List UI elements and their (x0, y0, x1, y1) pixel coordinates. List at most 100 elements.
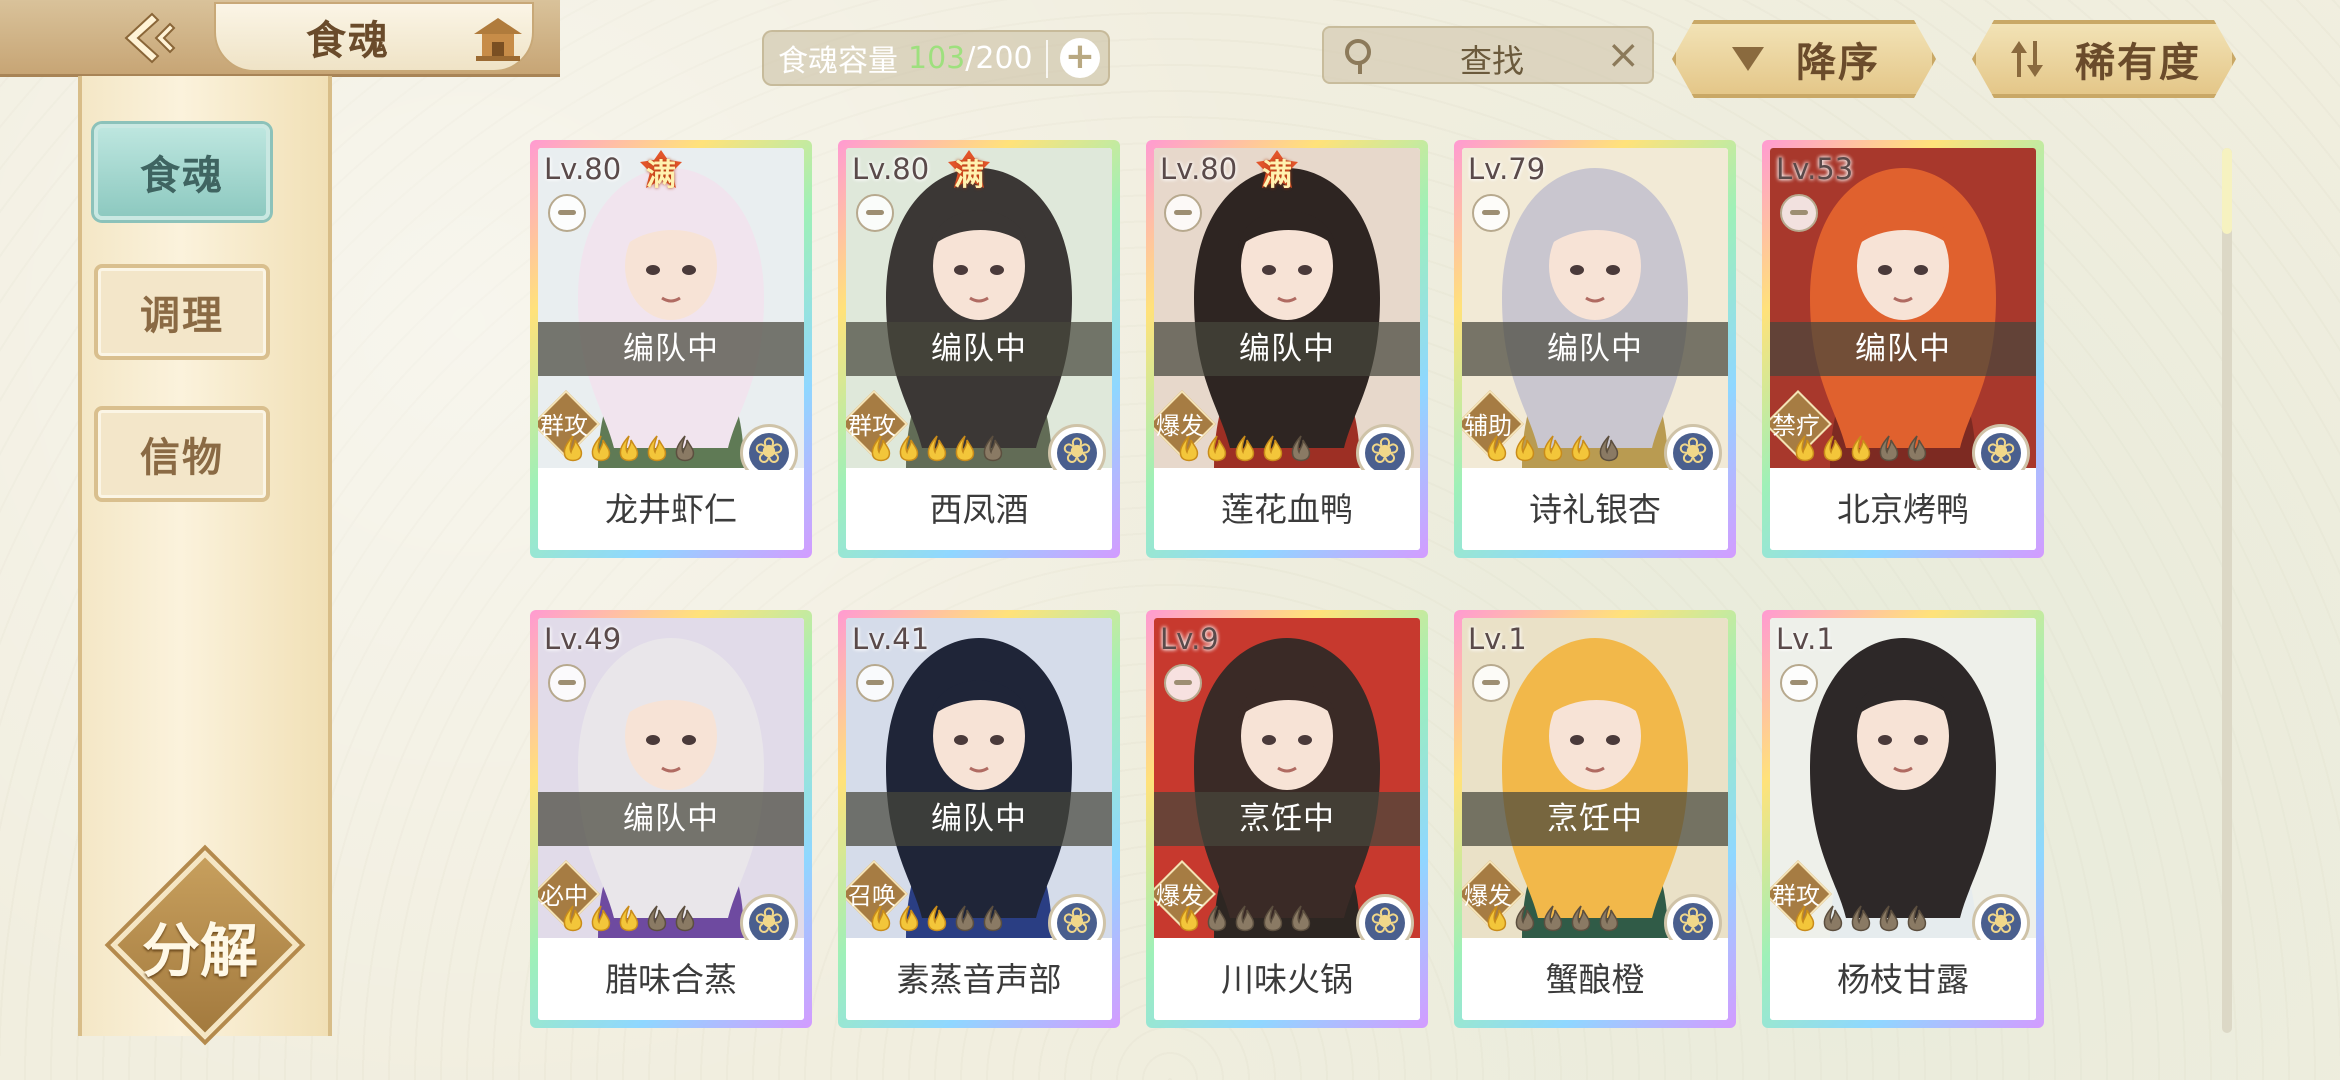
tab-conditioning-label: 调理 (140, 292, 224, 339)
tab-tokens-label: 信物 (140, 434, 224, 481)
star-flame-icon (1235, 905, 1255, 932)
sort-arrows-icon (2007, 39, 2047, 79)
star-flame-icon (1291, 435, 1311, 462)
lock-icon[interactable] (1780, 664, 1818, 702)
sort-order-button[interactable]: 降序 (1672, 20, 1936, 98)
lock-icon[interactable] (856, 194, 894, 232)
card-inner: Lv.1烹饪中爆发蟹酿橙 (1462, 618, 1728, 1020)
star-flame-icon (927, 905, 947, 932)
star-flame-icon (591, 435, 611, 462)
card-name: 蟹酿橙 (1462, 940, 1728, 1020)
card-name: 诗礼银杏 (1462, 470, 1728, 550)
lock-icon[interactable] (1780, 194, 1818, 232)
max-level-badge: 满 (946, 148, 992, 194)
status-banner: 编队中 (538, 322, 804, 376)
star-flame-icon (1543, 905, 1563, 932)
star-flame-icon (1599, 435, 1619, 462)
lock-icon[interactable] (1472, 194, 1510, 232)
star-flame-icon (955, 435, 975, 462)
card-inner: Lv.80满编队中群攻西凤酒 (846, 148, 1112, 550)
scrollbar[interactable] (2222, 148, 2232, 1033)
food-soul-card[interactable]: Lv.79编队中辅助诗礼银杏 (1454, 140, 1736, 558)
star-flame-icon (871, 905, 891, 932)
star-flame-icon (1907, 435, 1927, 462)
star-flame-icon (983, 905, 1003, 932)
status-banner: 烹饪中 (1154, 792, 1420, 846)
star-flame-icon (899, 435, 919, 462)
star-flame-icon (675, 435, 695, 462)
star-flame-icon (1851, 435, 1871, 462)
star-flame-icon (1795, 435, 1815, 462)
tab-food-souls[interactable]: 食魂 (94, 124, 270, 220)
back-button[interactable] (110, 6, 190, 70)
star-flame-icon (1571, 905, 1591, 932)
sort-by-label: 稀有度 (2075, 40, 2201, 86)
level-label: Lv.41 (852, 622, 930, 656)
status-banner: 编队中 (1154, 322, 1420, 376)
star-rating (1792, 434, 1930, 464)
clear-search-icon[interactable]: × (1606, 32, 1640, 78)
scrollbar-thumb[interactable] (2222, 148, 2232, 234)
level-label: Lv.53 (1776, 152, 1854, 186)
level-label: Lv.80 (1160, 152, 1238, 186)
star-flame-icon (1487, 435, 1507, 462)
star-flame-icon (899, 905, 919, 932)
food-soul-card[interactable]: Lv.80满编队中群攻西凤酒 (838, 140, 1120, 558)
food-soul-card[interactable]: Lv.53编队中禁疗北京烤鸭 (1762, 140, 2044, 558)
star-flame-icon (619, 905, 639, 932)
level-label: Lv.80 (852, 152, 930, 186)
max-level-badge: 满 (638, 148, 684, 194)
lock-icon[interactable] (1164, 664, 1202, 702)
max-level-label: 满 (954, 158, 984, 193)
page-title: 食魂 (306, 17, 390, 64)
card-name: 川味火锅 (1154, 940, 1420, 1020)
status-banner: 编队中 (1770, 322, 2036, 376)
star-flame-icon (563, 435, 583, 462)
status-banner: 烹饪中 (1462, 792, 1728, 846)
level-label: Lv.1 (1776, 622, 1835, 656)
decompose-button[interactable]: 分解 (110, 850, 300, 1040)
card-inner: Lv.80满编队中群攻龙井虾仁 (538, 148, 804, 550)
food-soul-card[interactable]: Lv.41编队中召唤素蒸音声部 (838, 610, 1120, 1028)
lock-icon[interactable] (548, 664, 586, 702)
star-flame-icon (1207, 435, 1227, 462)
star-flame-icon (1879, 435, 1899, 462)
search-box[interactable]: 查找 × (1322, 26, 1654, 84)
food-soul-card[interactable]: Lv.1烹饪中爆发蟹酿橙 (1454, 610, 1736, 1028)
home-icon[interactable] (470, 14, 526, 64)
tab-conditioning[interactable]: 调理 (94, 264, 270, 360)
food-soul-card[interactable]: Lv.80满编队中群攻龙井虾仁 (530, 140, 812, 558)
star-flame-icon (619, 435, 639, 462)
star-flame-icon (591, 905, 611, 932)
star-rating (868, 434, 1006, 464)
sort-order-label: 降序 (1796, 40, 1880, 86)
lock-icon[interactable] (1472, 664, 1510, 702)
lock-icon[interactable] (856, 664, 894, 702)
card-inner: Lv.79编队中辅助诗礼银杏 (1462, 148, 1728, 550)
tab-tokens[interactable]: 信物 (94, 406, 270, 502)
status-banner: 编队中 (538, 792, 804, 846)
star-flame-icon (927, 435, 947, 462)
card-inner: Lv.49编队中必中腊味合蒸 (538, 618, 804, 1020)
card-inner: Lv.1群攻杨枝甘露 (1770, 618, 2036, 1020)
search-icon (1345, 39, 1371, 74)
capacity-indicator: 食魂容量 103 /200 + (762, 30, 1110, 86)
food-soul-card[interactable]: Lv.9烹饪中爆发川味火锅 (1146, 610, 1428, 1028)
expand-capacity-button[interactable]: + (1060, 38, 1100, 78)
capacity-divider (1046, 40, 1048, 78)
star-flame-icon (1263, 905, 1283, 932)
star-flame-icon (675, 905, 695, 932)
status-banner: 编队中 (1462, 322, 1728, 376)
sort-by-button[interactable]: 稀有度 (1972, 20, 2236, 98)
food-soul-card[interactable]: Lv.1群攻杨枝甘露 (1762, 610, 2044, 1028)
card-name: 素蒸音声部 (846, 940, 1112, 1020)
star-flame-icon (1515, 435, 1535, 462)
search-input[interactable]: 查找 (1460, 36, 1524, 82)
capacity-max: /200 (965, 40, 1033, 76)
lock-icon[interactable] (548, 194, 586, 232)
food-soul-card[interactable]: Lv.49编队中必中腊味合蒸 (530, 610, 812, 1028)
star-rating (560, 434, 698, 464)
lock-icon[interactable] (1164, 194, 1202, 232)
food-soul-card[interactable]: Lv.80满编队中爆发莲花血鸭 (1146, 140, 1428, 558)
level-label: Lv.80 (544, 152, 622, 186)
